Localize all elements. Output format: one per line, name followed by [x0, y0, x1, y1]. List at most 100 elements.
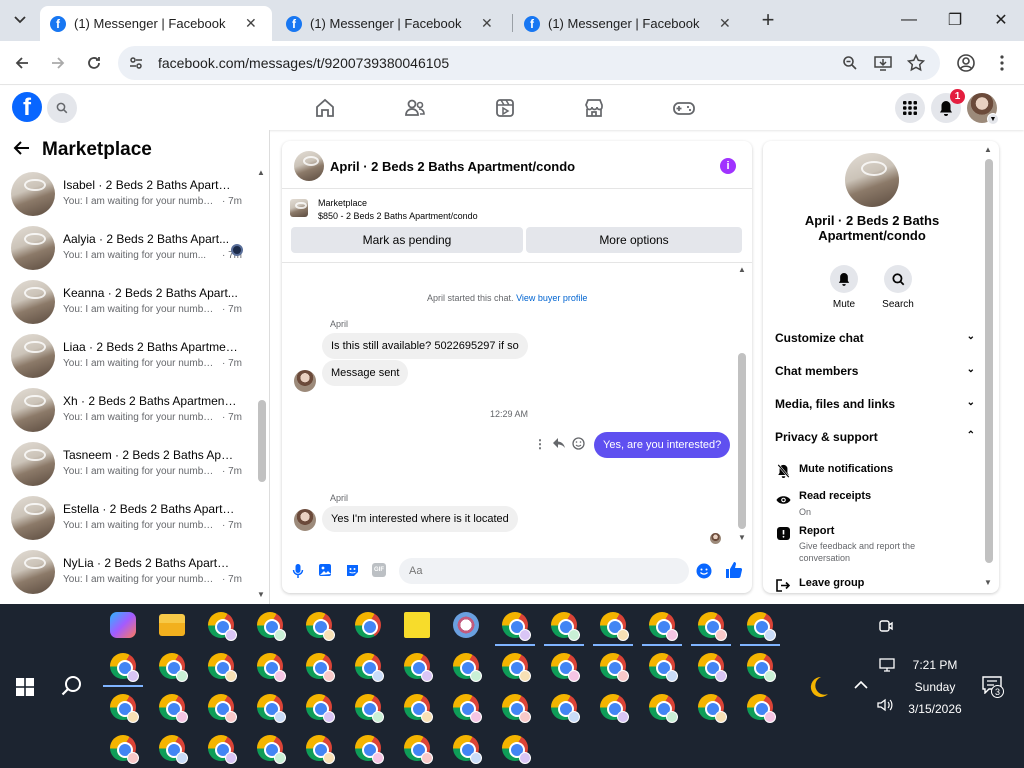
- chrome-profile-icon[interactable]: [551, 612, 580, 641]
- chat-members-section[interactable]: Chat members ⌄: [775, 364, 975, 378]
- reload-icon[interactable]: [82, 51, 106, 75]
- message-bubble[interactable]: Message sent: [322, 360, 409, 386]
- chrome-profile-icon[interactable]: [257, 653, 286, 682]
- chat-scrollbar[interactable]: [738, 353, 746, 529]
- list-scroll-down-icon[interactable]: ▼: [257, 590, 265, 599]
- list-scrollbar[interactable]: [258, 400, 266, 482]
- chrome-profile-icon[interactable]: [453, 653, 482, 682]
- list-item[interactable]: NyLia · 2 Beds 2 Baths Apartme... You: I…: [0, 546, 255, 600]
- chat-title[interactable]: April · 2 Beds 2 Baths Apartment/condo: [330, 159, 575, 174]
- chrome-profile-icon[interactable]: [355, 653, 384, 682]
- chat-scroll-down-icon[interactable]: ▼: [738, 533, 746, 542]
- chat-photo[interactable]: [845, 153, 899, 207]
- chrome-profile-icon[interactable]: [551, 653, 580, 682]
- avatar[interactable]: [294, 509, 316, 531]
- chrome-profile-icon[interactable]: [404, 735, 433, 764]
- customize-chat-section[interactable]: Customize chat ⌄: [775, 331, 975, 345]
- chrome-profile-icon[interactable]: [600, 653, 629, 682]
- message-input[interactable]: [399, 558, 689, 584]
- browser-menu-icon[interactable]: [990, 51, 1014, 75]
- listing-thumbnail[interactable]: [290, 199, 308, 217]
- new-tab-icon[interactable]: +: [756, 7, 780, 32]
- react-emoji-icon[interactable]: [572, 437, 585, 450]
- facebook-logo-icon[interactable]: f: [12, 92, 42, 122]
- privacy-support-section[interactable]: Privacy & support ⌃: [775, 430, 975, 444]
- media-files-links-section[interactable]: Media, files and links ⌄: [775, 397, 975, 411]
- chrome-profile-icon[interactable]: [600, 694, 629, 723]
- minimize-icon[interactable]: —: [886, 0, 932, 40]
- list-scroll-up-icon[interactable]: ▲: [257, 168, 265, 177]
- chrome-profile-icon[interactable]: [404, 694, 433, 723]
- chrome-profile-icon[interactable]: [306, 694, 335, 723]
- chrome-profile-icon[interactable]: [649, 653, 678, 682]
- chrome-profile-icon[interactable]: [698, 694, 727, 723]
- microphone-icon[interactable]: [292, 563, 304, 579]
- profile-icon[interactable]: [954, 51, 978, 75]
- install-app-icon[interactable]: [874, 55, 892, 71]
- chrome-profile-icon[interactable]: [306, 653, 335, 682]
- details-scrollbar[interactable]: [985, 159, 993, 563]
- message-bubble-mine[interactable]: Yes, are you interested?: [594, 432, 731, 458]
- view-buyer-profile-link[interactable]: View buyer profile: [516, 293, 587, 303]
- list-item[interactable]: Estella · 2 Beds 2 Baths Apartm... You: …: [0, 492, 255, 546]
- chrome-profile-icon[interactable]: [698, 653, 727, 682]
- account-avatar[interactable]: ▼: [967, 93, 999, 125]
- back-arrow-icon[interactable]: [12, 140, 30, 156]
- tab-close-icon[interactable]: ✕: [719, 15, 731, 32]
- chrome-profile-icon[interactable]: [257, 694, 286, 723]
- address-bar[interactable]: facebook.com/messages/t/9200739380046105: [118, 46, 940, 80]
- chrome-profile-icon[interactable]: [208, 735, 237, 764]
- video-icon[interactable]: [493, 96, 517, 120]
- sticker-icon[interactable]: [345, 563, 360, 578]
- copilot-icon[interactable]: [110, 612, 136, 638]
- mute-action[interactable]: Mute: [824, 265, 864, 310]
- message-bubble[interactable]: Is this still available? 5022695297 if s…: [322, 333, 528, 359]
- chrome-profile-icon[interactable]: [355, 735, 384, 764]
- zoom-icon[interactable]: [842, 55, 858, 71]
- avatar[interactable]: [294, 370, 316, 392]
- menu-grid-icon[interactable]: [895, 93, 925, 123]
- chrome-profile-icon[interactable]: [747, 612, 776, 641]
- window-close-icon[interactable]: ✕: [978, 0, 1024, 40]
- chrome-profile-icon[interactable]: [306, 612, 335, 641]
- report-item[interactable]: Report Give feedback and report the conv…: [775, 525, 975, 563]
- emoji-icon[interactable]: [696, 563, 712, 579]
- bookmark-star-icon[interactable]: [907, 54, 925, 72]
- snipping-tool-icon[interactable]: [453, 612, 479, 638]
- chrome-profile-icon[interactable]: [600, 612, 629, 641]
- list-item[interactable]: Isabel · 2 Beds 2 Baths Apartme... You: …: [0, 168, 255, 222]
- gif-icon[interactable]: GIF: [372, 563, 386, 577]
- gaming-icon[interactable]: [672, 96, 696, 120]
- chrome-profile-icon[interactable]: [551, 694, 580, 723]
- mute-notifications-item[interactable]: Mute notifications: [775, 463, 975, 479]
- browser-tab-1[interactable]: f (1) Messenger | Facebook ✕: [40, 6, 272, 41]
- tab-search-icon[interactable]: [8, 10, 32, 30]
- like-thumb-icon[interactable]: [725, 561, 743, 579]
- clock-day[interactable]: Sunday: [880, 680, 990, 694]
- search-action[interactable]: Search: [878, 265, 918, 310]
- reply-icon[interactable]: [552, 437, 566, 449]
- facebook-search-icon[interactable]: [47, 93, 77, 123]
- chrome-profile-icon[interactable]: [208, 653, 237, 682]
- restore-icon[interactable]: ❐: [932, 0, 978, 40]
- chrome-profile-icon[interactable]: [404, 653, 433, 682]
- chrome-profile-icon[interactable]: [208, 612, 237, 641]
- windows-start-icon[interactable]: [16, 678, 34, 696]
- info-icon[interactable]: i: [720, 158, 736, 174]
- chrome-profile-icon[interactable]: [502, 653, 531, 682]
- chrome-profile-icon[interactable]: [649, 612, 678, 641]
- clock-date[interactable]: 3/15/2026: [880, 702, 990, 716]
- chrome-profile-icon[interactable]: [257, 735, 286, 764]
- file-explorer-icon[interactable]: [159, 614, 185, 636]
- list-item[interactable]: Tasneem · 2 Beds 2 Baths Apart... You: I…: [0, 438, 255, 492]
- list-item[interactable]: Xh · 2 Beds 2 Baths Apartment/... You: I…: [0, 384, 255, 438]
- back-icon[interactable]: [10, 51, 34, 75]
- tab-close-icon[interactable]: ✕: [481, 15, 493, 32]
- details-scroll-up-icon[interactable]: ▲: [984, 145, 992, 154]
- listing-price-title[interactable]: $850 - 2 Beds 2 Baths Apartment/condo: [318, 211, 478, 221]
- taskbar-search-icon[interactable]: [61, 675, 83, 697]
- leave-group-item[interactable]: Leave group: [775, 577, 975, 593]
- message-bubble[interactable]: Yes I'm interested where is it located: [322, 506, 518, 532]
- details-scroll-down-icon[interactable]: ▼: [984, 578, 992, 587]
- list-item[interactable]: Aalyia · 2 Beds 2 Baths Apart... You: I …: [0, 222, 255, 276]
